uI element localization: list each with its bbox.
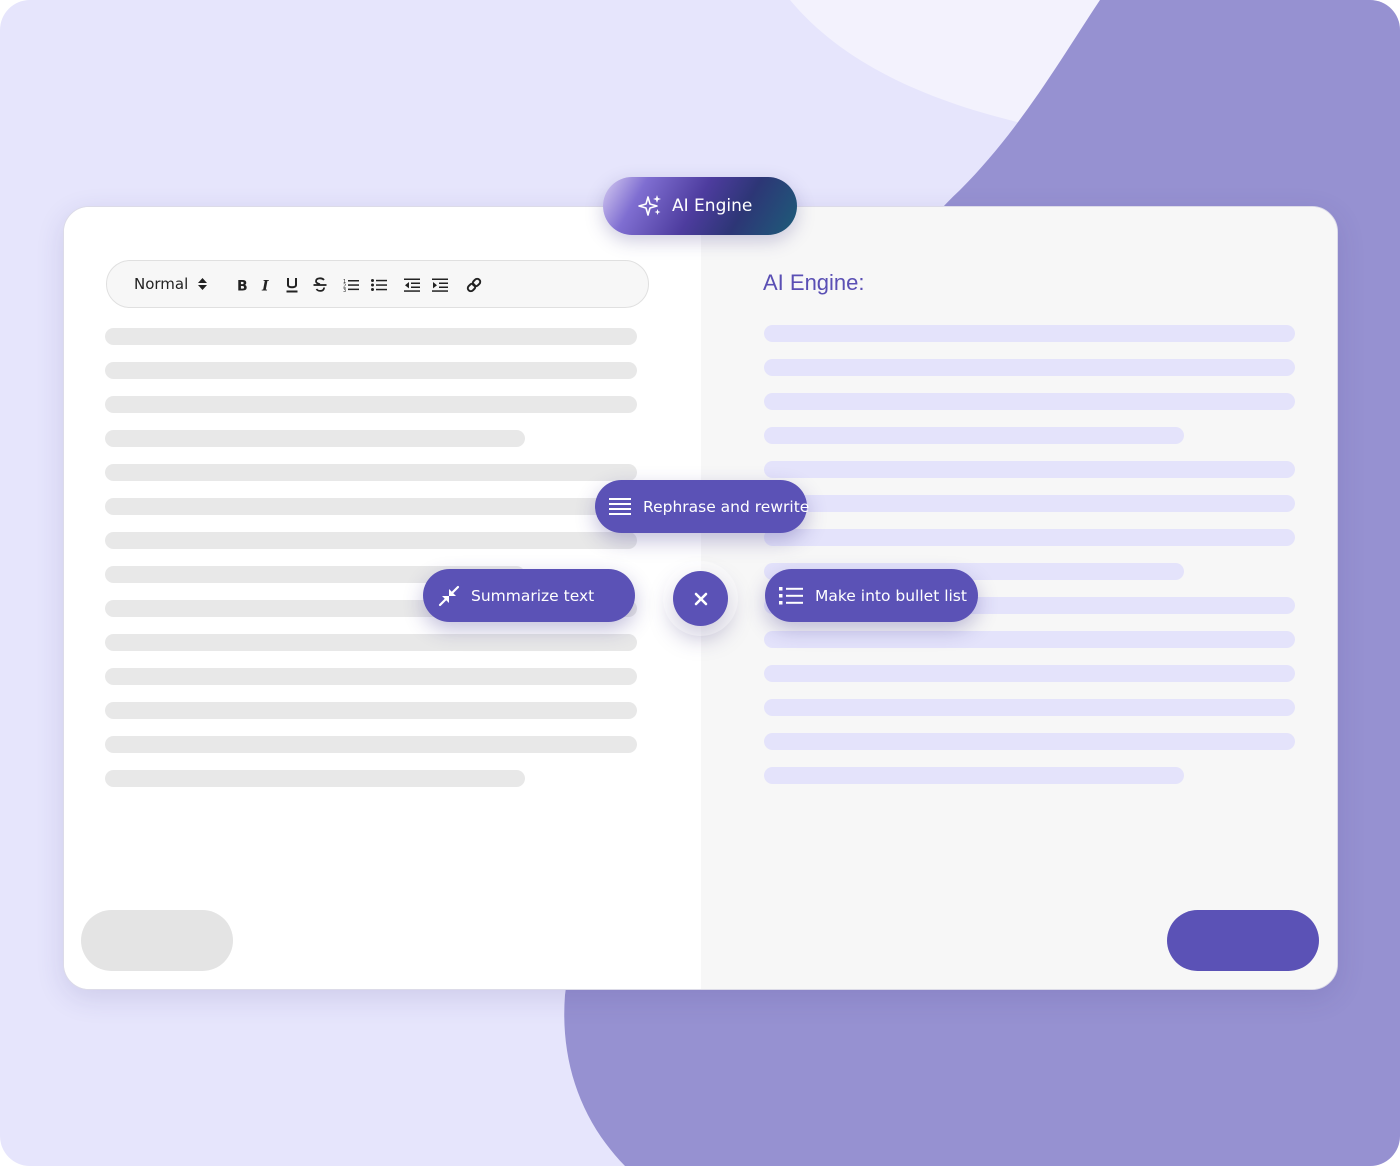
indent-button[interactable] (429, 274, 451, 296)
ai-engine-badge[interactable]: AI Engine (603, 177, 797, 235)
editor-text-line (105, 396, 637, 413)
ai-text-line (764, 631, 1295, 648)
editor-text-line (105, 736, 637, 753)
ai-text-line (764, 767, 1184, 784)
editor-text-line (105, 770, 525, 787)
ai-text-line (764, 325, 1295, 342)
compress-arrows-icon (437, 584, 461, 608)
editor-text-line (105, 634, 637, 651)
svg-text:I: I (261, 279, 269, 293)
ai-text-line (764, 393, 1295, 410)
ai-text-line (764, 733, 1295, 750)
ai-text-line (764, 699, 1295, 716)
unordered-list-icon (371, 279, 387, 291)
format-select-value: Normal (134, 275, 189, 293)
primary-footer-button[interactable] (1167, 910, 1319, 971)
link-icon (466, 277, 482, 293)
rephrase-button[interactable]: Rephrase and rewrite (595, 480, 810, 533)
ai-text-line (764, 461, 1295, 478)
bullet-list-icon (779, 584, 803, 608)
ordered-list-button[interactable]: 1 2 3 (340, 274, 362, 296)
underline-button[interactable] (281, 274, 303, 296)
ai-text-line (764, 529, 1295, 546)
unordered-list-button[interactable] (368, 274, 390, 296)
close-menu-button[interactable] (673, 571, 728, 626)
editor-text-line (105, 498, 637, 515)
strikethrough-icon (313, 277, 327, 292)
outdent-button[interactable] (401, 274, 423, 296)
ai-text-line (764, 359, 1295, 376)
editor-text-line (105, 532, 637, 549)
ai-text-line (764, 427, 1184, 444)
indent-icon (432, 278, 448, 292)
bold-button[interactable]: B (231, 274, 253, 296)
bullet-list-button[interactable]: Make into bullet list (765, 569, 978, 622)
rephrase-label: Rephrase and rewrite (643, 497, 810, 516)
close-icon (694, 592, 707, 605)
svg-text:3: 3 (343, 288, 346, 292)
ai-engine-badge-label: AI Engine (672, 196, 753, 216)
bold-icon: B (237, 279, 248, 293)
bullet-list-label: Make into bullet list (815, 586, 967, 605)
editor-text-line (105, 668, 637, 685)
summarize-button[interactable]: Summarize text (423, 569, 635, 622)
app-stage: Normal B I 1 2 3 AI Engine: AI Engine Re… (0, 0, 1400, 1166)
link-button[interactable] (463, 274, 485, 296)
summarize-label: Summarize text (471, 586, 595, 605)
editor-text-line (105, 430, 525, 447)
format-select[interactable]: Normal (134, 261, 208, 307)
sort-arrows-icon (198, 278, 208, 290)
outdent-icon (404, 278, 420, 292)
ai-text-line (764, 665, 1295, 682)
italic-button[interactable]: I (255, 274, 277, 296)
ai-text-line (764, 495, 1295, 512)
strikethrough-button[interactable] (309, 274, 331, 296)
editor-text-line (105, 328, 637, 345)
editor-toolbar: Normal B I 1 2 3 (106, 260, 649, 308)
italic-icon: I (261, 279, 269, 293)
underline-icon (286, 278, 298, 293)
paragraph-lines-icon (609, 495, 631, 519)
sparkles-icon (638, 195, 661, 216)
editor-text-line (105, 464, 637, 481)
ai-panel-heading: AI Engine: (763, 270, 865, 295)
ordered-list-icon: 1 2 3 (343, 279, 359, 292)
svg-text:B: B (237, 279, 248, 293)
editor-text-line (105, 362, 637, 379)
editor-text-line (105, 702, 637, 719)
secondary-footer-button[interactable] (81, 910, 233, 971)
